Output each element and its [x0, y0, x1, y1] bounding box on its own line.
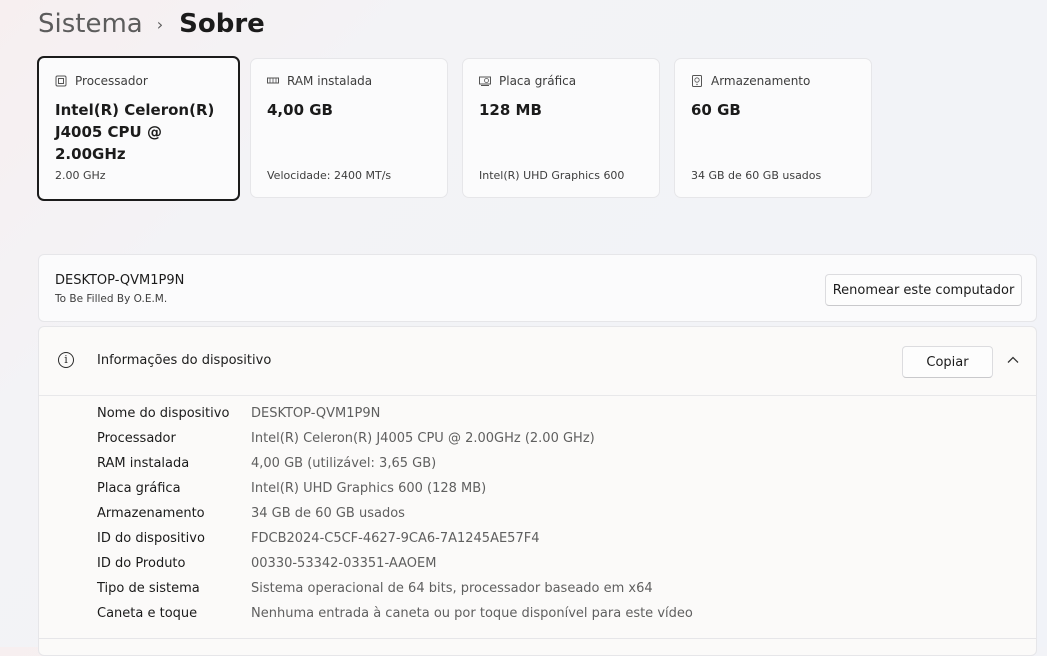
graphics-card-footer: Intel(R) UHD Graphics 600: [479, 169, 625, 182]
processor-icon: [55, 75, 67, 87]
device-info-title: Informações do dispositivo: [97, 353, 272, 368]
page-title: Sobre: [179, 9, 265, 39]
copy-button[interactable]: Copiar: [902, 346, 993, 378]
info-row-label: Tipo de sistema: [97, 581, 200, 596]
info-row-label: Armazenamento: [97, 506, 205, 521]
info-row-device-name: Nome do dispositivo DESKTOP-QVM1P9N: [97, 406, 693, 431]
storage-card-footer: 34 GB de 60 GB usados: [691, 169, 822, 182]
info-row-product-id: ID do Produto 00330-53342-03351-AAOEM: [97, 556, 693, 581]
breadcrumb-parent-sistema[interactable]: Sistema: [38, 9, 143, 39]
storage-card-value: 60 GB: [691, 101, 741, 119]
info-row-label: ID do dispositivo: [97, 531, 205, 546]
storage-icon: [692, 75, 702, 87]
info-row-graphics: Placa gráfica Intel(R) UHD Graphics 600 …: [97, 481, 693, 506]
info-row-value: Nenhuma entrada à caneta ou por toque di…: [251, 606, 693, 621]
info-row-value: Sistema operacional de 64 bits, processa…: [251, 581, 653, 596]
breadcrumb: Sistema › Sobre: [38, 4, 265, 44]
info-row-system-type: Tipo de sistema Sistema operacional de 6…: [97, 581, 693, 606]
info-row-label: ID do Produto: [97, 556, 186, 571]
info-row-device-id: ID do dispositivo FDCB2024-C5CF-4627-9CA…: [97, 531, 693, 556]
computer-name: DESKTOP-QVM1P9N: [55, 273, 185, 288]
processor-card[interactable]: Processador Intel(R) Celeron(R) J4005 CP…: [37, 56, 240, 201]
device-info-panel: i Informações do dispositivo Copiar Nome…: [38, 326, 1037, 656]
graphics-card-value: 128 MB: [479, 101, 542, 119]
chevron-up-icon[interactable]: [1006, 353, 1020, 367]
graphics-card[interactable]: Placa gráfica 128 MB Intel(R) UHD Graphi…: [462, 58, 660, 198]
divider: [39, 638, 1036, 639]
rename-computer-button[interactable]: Renomear este computador: [825, 274, 1022, 306]
storage-card[interactable]: Armazenamento 60 GB 34 GB de 60 GB usado…: [674, 58, 872, 198]
processor-card-footer: 2.00 GHz: [55, 169, 106, 182]
info-row-pen-touch: Caneta e toque Nenhuma entrada à caneta …: [97, 606, 693, 631]
storage-card-title: Armazenamento: [711, 74, 811, 88]
info-row-value: 00330-53342-03351-AAOEM: [251, 556, 437, 571]
info-row-label: RAM instalada: [97, 456, 190, 471]
info-row-value: 34 GB de 60 GB usados: [251, 506, 405, 521]
info-row-ram: RAM instalada 4,00 GB (utilizável: 3,65 …: [97, 456, 693, 481]
info-row-value: FDCB2024-C5CF-4627-9CA6-7A1245AE57F4: [251, 531, 540, 546]
computer-model: To Be Filled By O.E.M.: [55, 293, 168, 305]
ram-card-title: RAM instalada: [287, 74, 373, 88]
processor-card-title: Processador: [75, 74, 148, 88]
device-info-header[interactable]: i Informações do dispositivo Copiar: [39, 327, 1036, 396]
info-row-value: 4,00 GB (utilizável: 3,65 GB): [251, 456, 437, 471]
device-info-list: Nome do dispositivo DESKTOP-QVM1P9N Proc…: [97, 406, 693, 631]
info-row-label: Placa gráfica: [97, 481, 181, 496]
info-row-label: Processador: [97, 431, 176, 446]
info-row-storage: Armazenamento 34 GB de 60 GB usados: [97, 506, 693, 531]
breadcrumb-separator: ›: [156, 14, 164, 34]
info-icon: i: [58, 352, 74, 368]
ram-icon: [267, 77, 279, 84]
ram-card[interactable]: RAM instalada 4,00 GB Velocidade: 2400 M…: [250, 58, 448, 198]
ram-card-value: 4,00 GB: [267, 101, 333, 119]
info-row-value: Intel(R) UHD Graphics 600 (128 MB): [251, 481, 487, 496]
graphics-card-icon: [479, 76, 491, 86]
info-row-value: Intel(R) Celeron(R) J4005 CPU @ 2.00GHz …: [251, 431, 595, 446]
info-row-label: Nome do dispositivo: [97, 406, 230, 421]
info-row-label: Caneta e toque: [97, 606, 198, 621]
computer-name-panel: DESKTOP-QVM1P9N To Be Filled By O.E.M. R…: [38, 254, 1037, 322]
info-row-value: DESKTOP-QVM1P9N: [251, 406, 381, 421]
info-row-processor: Processador Intel(R) Celeron(R) J4005 CP…: [97, 431, 693, 456]
graphics-card-title: Placa gráfica: [499, 74, 577, 88]
ram-card-footer: Velocidade: 2400 MT/s: [267, 169, 392, 182]
processor-card-value: Intel(R) Celeron(R) J4005 CPU @ 2.00GHz: [55, 101, 215, 163]
